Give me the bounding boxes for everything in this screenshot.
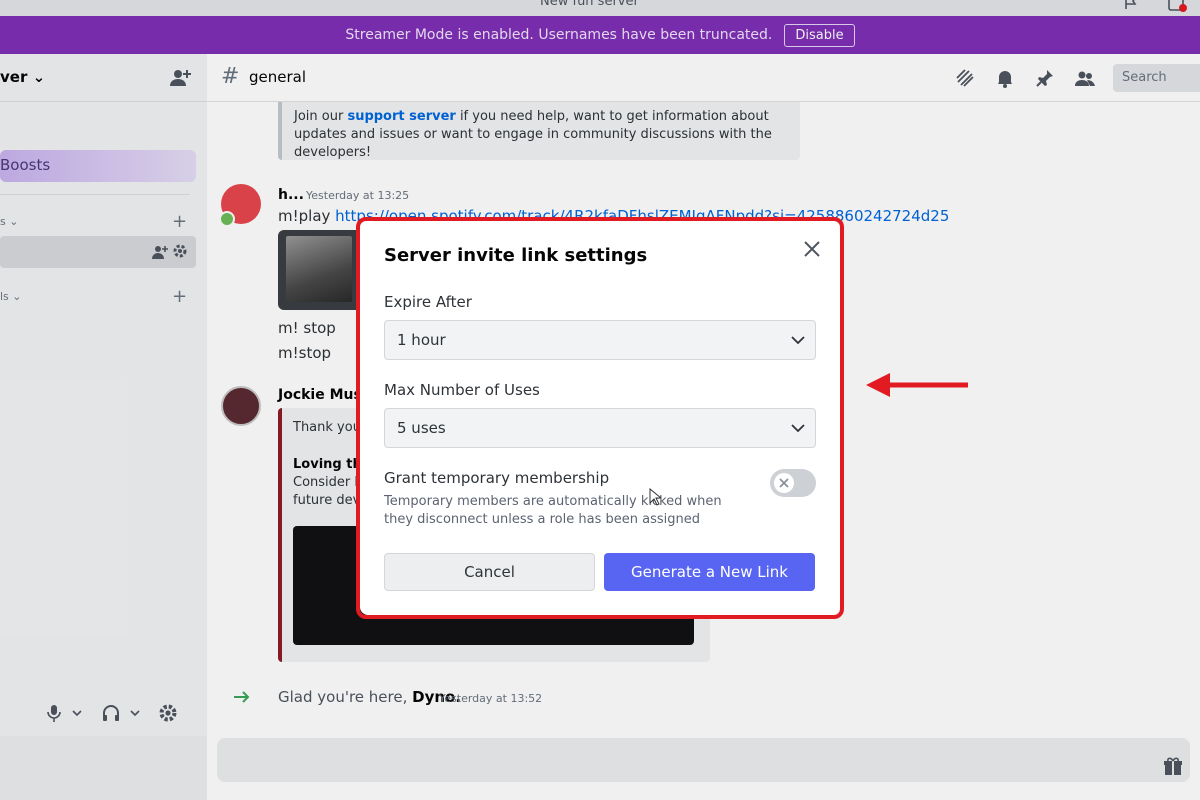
invite-settings-modal: Server invite link settings Expire After…: [360, 221, 840, 615]
temporary-membership-description: Temporary members are automatically kick…: [384, 494, 722, 527]
expire-after-label: Expire After: [384, 293, 472, 311]
mouse-cursor-icon: [649, 488, 661, 506]
generate-new-link-button[interactable]: Generate a New Link: [604, 553, 815, 591]
chevron-down-icon: [791, 336, 805, 344]
chevron-down-icon: [791, 424, 805, 432]
close-icon[interactable]: [802, 239, 822, 259]
expire-after-select[interactable]: 1 hour: [384, 320, 816, 360]
max-uses-label: Max Number of Uses: [384, 381, 540, 399]
expire-after-value: 1 hour: [397, 331, 446, 349]
red-arrow-icon: [866, 373, 968, 397]
max-uses-select[interactable]: 5 uses: [384, 408, 816, 448]
cancel-button[interactable]: Cancel: [384, 553, 595, 591]
modal-title: Server invite link settings: [384, 245, 648, 266]
temporary-membership-label: Grant temporary membership: [384, 469, 610, 487]
toggle-off-icon: [779, 478, 789, 488]
max-uses-value: 5 uses: [397, 419, 446, 437]
